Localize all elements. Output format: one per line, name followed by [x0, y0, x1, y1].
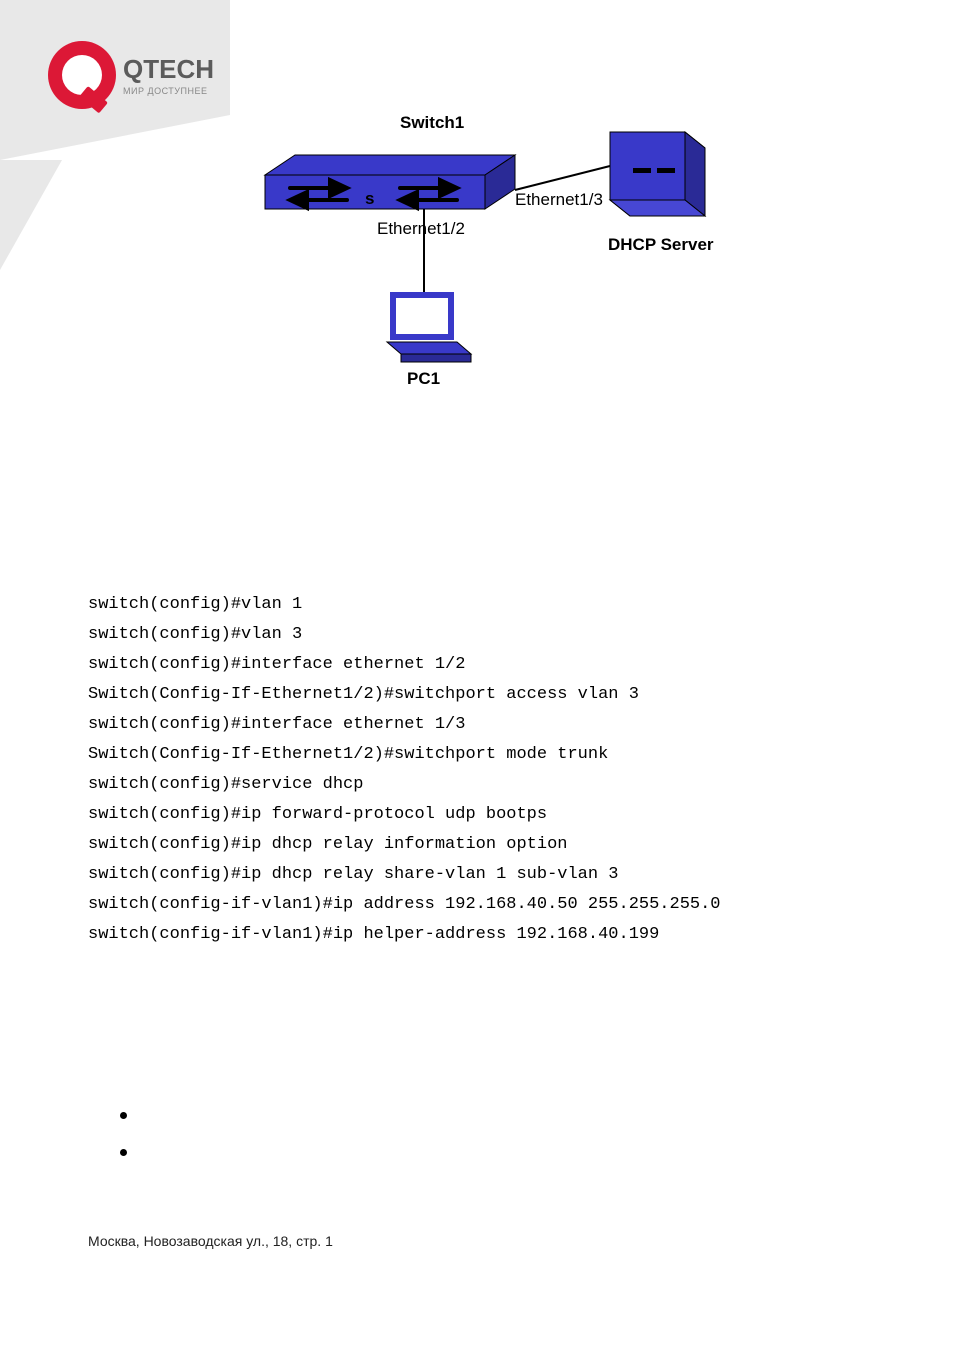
svg-text:s: s: [365, 189, 374, 208]
bullet-icon: [120, 1149, 127, 1156]
code-line: Switch(Config-If-Ethernet1/2)#switchport…: [88, 685, 639, 704]
code-line: switch(config)#vlan 1: [88, 595, 302, 614]
bullet-list: [120, 1112, 127, 1186]
pc-label: PC1: [407, 369, 440, 385]
logo-fold: [0, 160, 62, 270]
network-diagram: Switch1 s Ethernet1/3: [235, 110, 755, 385]
config-code-block: switch(config)#vlan 1 switch(config)#vla…: [88, 590, 721, 950]
code-line: switch(config)#ip forward-protocol udp b…: [88, 805, 547, 824]
switch-icon: s: [265, 155, 515, 209]
switch-label: Switch1: [400, 113, 464, 132]
code-line: switch(config)#ip dhcp relay information…: [88, 835, 567, 854]
pc-icon: [387, 295, 471, 362]
code-line: switch(config)#interface ethernet 1/3: [88, 715, 465, 734]
svg-text:QTECH: QTECH: [123, 54, 214, 84]
link-switch-server: [515, 166, 610, 190]
brand-logo: QTECH МИР ДОСТУПНЕЕ: [0, 0, 230, 160]
port-left-label: Ethernet1/2: [377, 219, 465, 238]
code-line: switch(config)#vlan 3: [88, 625, 302, 644]
port-right-label: Ethernet1/3: [515, 190, 603, 209]
code-line: switch(config)#ip dhcp relay share-vlan …: [88, 865, 619, 884]
footer-address: Москва, Новозаводская ул., 18, стр. 1: [88, 1233, 333, 1249]
code-line: switch(config-if-vlan1)#ip helper-addres…: [88, 925, 659, 944]
code-line: switch(config-if-vlan1)#ip address 192.1…: [88, 895, 721, 914]
code-line: Switch(Config-If-Ethernet1/2)#switchport…: [88, 745, 608, 764]
server-label: DHCP Server: [608, 235, 714, 254]
server-icon: [610, 132, 705, 216]
code-line: switch(config)#interface ethernet 1/2: [88, 655, 465, 674]
code-line: switch(config)#service dhcp: [88, 775, 363, 794]
svg-text:МИР ДОСТУПНЕЕ: МИР ДОСТУПНЕЕ: [123, 86, 207, 96]
bullet-icon: [120, 1112, 127, 1119]
